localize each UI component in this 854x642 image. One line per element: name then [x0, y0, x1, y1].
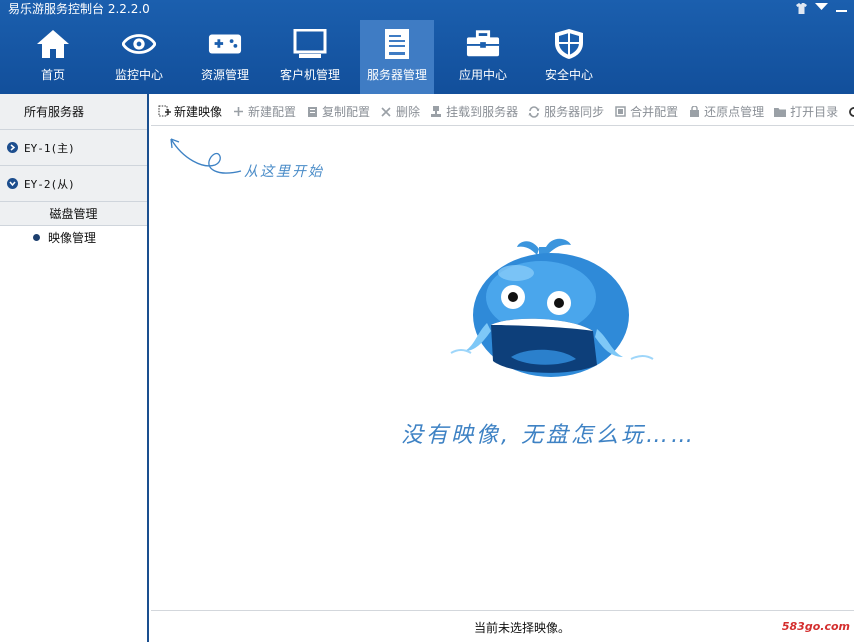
nav-clients[interactable]: 客户机管理: [273, 20, 347, 94]
sidebar-item-label: 映像管理: [48, 230, 97, 245]
mount-icon: [429, 105, 443, 119]
delete-button[interactable]: 删除: [379, 103, 420, 120]
disk-management-header[interactable]: 磁盘管理: [0, 202, 147, 226]
empty-state-message: 没有映像, 无盘怎么玩……: [401, 423, 696, 448]
image-toolbar: 新建映像 新建配置 复制配置 删除 挂载到服务器 服务器同步 合并配置 还原点管…: [151, 98, 854, 126]
server-row-ey1[interactable]: EY-1(主): [0, 130, 147, 166]
toolbox-icon: [466, 28, 500, 60]
plus-icon: [231, 105, 245, 119]
open-folder-button[interactable]: 打开目录: [773, 103, 838, 120]
nav-apps[interactable]: 应用中心: [446, 20, 520, 94]
nav-resources-label: 资源管理: [200, 68, 249, 82]
status-text: 当前未选择映像。: [474, 621, 571, 635]
start-hint: 从这里开始: [244, 164, 324, 180]
nav-home[interactable]: 首页: [16, 20, 90, 94]
window-controls: [794, 2, 848, 14]
collapse-arrow-icon[interactable]: [7, 178, 18, 189]
monitor-icon: [293, 28, 327, 60]
curved-arrow-icon: [170, 138, 242, 174]
server-sync-button[interactable]: 服务器同步: [527, 103, 604, 120]
nav-servers[interactable]: 服务器管理: [360, 20, 434, 94]
status-bar: 当前未选择映像。 583go.com: [151, 610, 854, 642]
title-bar: 易乐游服务控制台 2.2.2.0 首页 监控中心 资源管理 客户机管理 服务器管…: [0, 0, 854, 94]
nav-resources[interactable]: 资源管理: [188, 20, 262, 94]
nav-security-label: 安全中心: [544, 68, 593, 82]
eye-icon: [122, 28, 156, 60]
refresh-button[interactable]: 刷新: [847, 103, 854, 120]
main-nav: 首页 监控中心 资源管理 客户机管理 服务器管理 应用中心 安全中心: [0, 20, 854, 94]
copy-icon: [305, 105, 319, 119]
mount-to-server-button[interactable]: 挂载到服务器: [429, 103, 518, 120]
bullet-icon: [33, 233, 40, 241]
expand-arrow-icon[interactable]: [7, 142, 18, 153]
copy-config-button[interactable]: 复制配置: [305, 103, 370, 120]
nav-servers-label: 服务器管理: [366, 68, 427, 82]
refresh-icon: [847, 105, 854, 119]
server-document-icon: [380, 28, 414, 60]
server-name: EY-2(从): [24, 177, 75, 191]
app-title: 易乐游服务控制台 2.2.2.0: [8, 2, 150, 16]
shield-icon: [552, 28, 586, 60]
server-tree-panel: 所有服务器 EY-1(主) EY-2(从) 磁盘管理 映像管理: [0, 94, 149, 642]
menu-dropdown-icon[interactable]: [814, 2, 828, 14]
new-config-button[interactable]: 新建配置: [231, 103, 296, 120]
restore-icon: [687, 105, 701, 119]
nav-apps-label: 应用中心: [458, 68, 507, 82]
server-name: EY-1(主): [24, 141, 75, 155]
home-icon: [36, 28, 70, 60]
new-image-icon: [157, 105, 171, 119]
new-image-button[interactable]: 新建映像: [157, 103, 222, 120]
site-watermark: 583go.com: [781, 620, 850, 633]
close-icon: [379, 105, 393, 119]
merge-icon: [613, 105, 627, 119]
folder-icon: [773, 105, 787, 119]
gamepad-icon: [208, 28, 242, 60]
sync-icon: [527, 105, 541, 119]
nav-clients-label: 客户机管理: [279, 68, 340, 82]
sidebar-item-image-management[interactable]: 映像管理: [0, 226, 147, 248]
all-servers-header[interactable]: 所有服务器: [0, 94, 147, 130]
nav-security[interactable]: 安全中心: [532, 20, 606, 94]
server-row-ey2[interactable]: EY-2(从): [0, 166, 147, 202]
nav-monitor-label: 监控中心: [114, 68, 163, 82]
minimize-icon[interactable]: [834, 2, 848, 14]
restore-point-button[interactable]: 还原点管理: [687, 103, 764, 120]
crying-whale-icon: [450, 238, 654, 377]
nav-monitor[interactable]: 监控中心: [102, 20, 176, 94]
nav-home-label: 首页: [40, 68, 65, 82]
skin-icon[interactable]: [794, 2, 808, 14]
merge-config-button[interactable]: 合并配置: [613, 103, 678, 120]
image-list-area: 从这里开始 没有映像, 无盘怎么玩……: [151, 127, 854, 610]
